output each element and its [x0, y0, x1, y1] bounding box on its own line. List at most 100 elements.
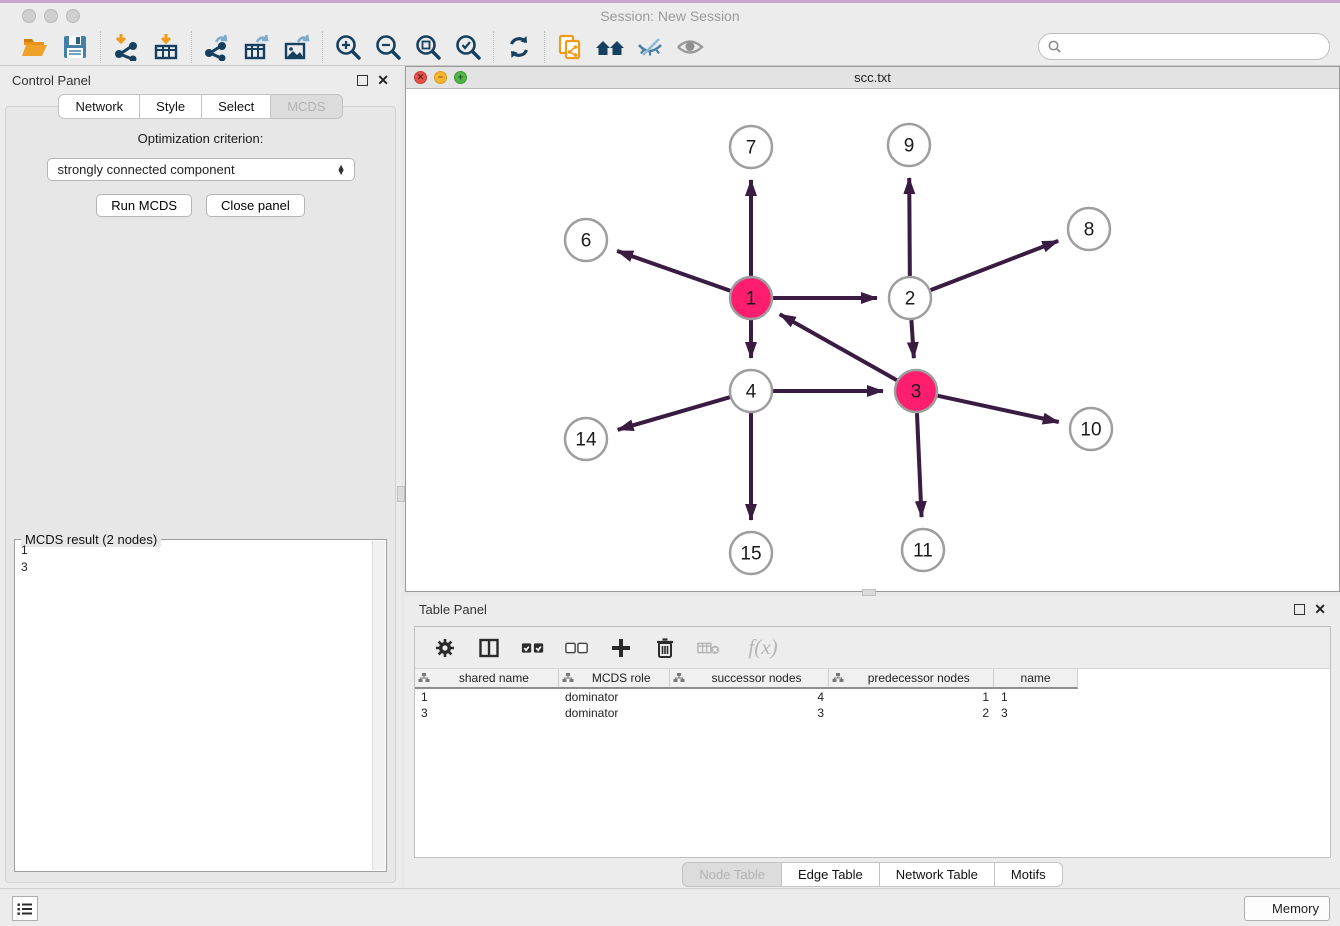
tab-style[interactable]: Style	[140, 94, 202, 119]
control-panel-title: Control Panel	[12, 73, 91, 88]
graph-edge-1-6[interactable]	[617, 251, 730, 291]
graph-edge-2-8[interactable]	[931, 241, 1059, 290]
delete-column-icon[interactable]	[653, 636, 677, 660]
graph-node-label-7: 7	[746, 138, 757, 159]
table-content: f(x) shared name MCDS role successor nod…	[414, 626, 1331, 858]
column-header-shared-name[interactable]: shared name	[415, 669, 559, 687]
network-view-window: ✕ − + scc.txt 7968124314101511	[405, 66, 1340, 592]
refresh-icon[interactable]	[503, 31, 535, 63]
column-header-successor-nodes[interactable]: successor nodes	[670, 669, 830, 687]
graph-node-label-10: 10	[1080, 420, 1101, 441]
table-row[interactable]: 1 dominator 4 1 1	[415, 689, 1078, 705]
graph-node-label-15: 15	[740, 544, 761, 565]
task-history-button[interactable]	[12, 896, 38, 921]
network-close-button[interactable]: ✕	[414, 71, 427, 84]
add-column-icon[interactable]	[609, 636, 633, 660]
tab-select[interactable]: Select	[202, 94, 271, 119]
tab-edge-table[interactable]: Edge Table	[782, 862, 880, 887]
float-panel-icon[interactable]	[357, 75, 368, 86]
vertical-splitter-handle[interactable]	[397, 486, 405, 502]
select-all-checkboxes-icon[interactable]	[521, 636, 545, 660]
float-table-panel-icon[interactable]	[1294, 604, 1305, 615]
column-selector-icon[interactable]	[477, 636, 501, 660]
table-panel-title: Table Panel	[419, 602, 487, 617]
sort-tree-icon	[562, 672, 574, 684]
table-row[interactable]: 3 dominator 3 2 3	[415, 705, 1078, 721]
hide-selected-icon[interactable]	[634, 31, 666, 63]
node-table: shared name MCDS role successor nodes pr…	[415, 669, 1078, 721]
clone-network-icon[interactable]	[554, 31, 586, 63]
graph-edge-2-9[interactable]	[909, 178, 910, 276]
column-header-mcds-role[interactable]: MCDS role	[559, 669, 670, 687]
mcds-result-box: MCDS result (2 nodes) 1 3	[14, 539, 387, 872]
memory-button[interactable]: Memory	[1244, 896, 1330, 921]
sort-tree-icon	[673, 672, 685, 684]
list-icon	[17, 902, 33, 916]
function-builder-icon[interactable]: f(x)	[741, 636, 785, 660]
status-bar: Memory	[0, 888, 1340, 926]
zoom-in-icon[interactable]	[332, 31, 364, 63]
graph-node-label-14: 14	[575, 430, 597, 451]
column-header-predecessor-nodes[interactable]: predecessor nodes	[829, 669, 994, 687]
graph-edge-2-3[interactable]	[911, 320, 913, 358]
control-panel-tabs: Network Style Select MCDS	[0, 94, 401, 119]
search-input[interactable]	[1066, 37, 1329, 57]
tab-node-table[interactable]: Node Table	[682, 862, 782, 887]
run-mcds-button[interactable]: Run MCDS	[96, 194, 192, 217]
settings-gear-icon[interactable]	[433, 636, 457, 660]
titlebar: Session: New Session	[0, 3, 1340, 28]
tab-network[interactable]: Network	[58, 94, 140, 119]
show-all-icon[interactable]	[674, 31, 706, 63]
network-canvas[interactable]: 7968124314101511	[406, 89, 1339, 591]
home-icon[interactable]	[594, 31, 626, 63]
zoom-window-button[interactable]	[66, 9, 80, 23]
close-panel-icon[interactable]: ✕	[377, 73, 389, 87]
table-toolbar: f(x)	[415, 627, 1330, 669]
sort-tree-icon	[418, 672, 430, 684]
export-image-icon[interactable]	[281, 31, 313, 63]
window-traffic-lights[interactable]	[22, 9, 80, 23]
tab-mcds[interactable]: MCDS	[271, 94, 342, 119]
graph-edge-3-1[interactable]	[780, 314, 897, 380]
export-table-icon[interactable]	[241, 31, 273, 63]
tab-network-table[interactable]: Network Table	[880, 862, 995, 887]
zoom-out-icon[interactable]	[372, 31, 404, 63]
tab-motifs[interactable]: Motifs	[995, 862, 1063, 887]
import-network-icon[interactable]	[110, 31, 142, 63]
network-graph[interactable]: 7968124314101511	[406, 89, 1339, 591]
network-window-titlebar: ✕ − + scc.txt	[406, 67, 1339, 89]
result-scrollbar[interactable]	[372, 541, 385, 870]
network-maximize-button[interactable]: +	[454, 71, 467, 84]
close-table-panel-icon[interactable]: ✕	[1314, 602, 1326, 616]
window-title: Session: New Session	[0, 8, 1340, 24]
close-panel-button[interactable]: Close panel	[206, 194, 305, 217]
minimize-window-button[interactable]	[44, 9, 58, 23]
criterion-value: strongly connected component	[58, 162, 337, 177]
graph-edge-4-14[interactable]	[618, 397, 730, 430]
export-network-icon[interactable]	[201, 31, 233, 63]
close-window-button[interactable]	[22, 9, 36, 23]
import-table-icon[interactable]	[150, 31, 182, 63]
save-session-icon[interactable]	[59, 31, 91, 63]
delete-table-icon[interactable]	[697, 636, 721, 660]
horizontal-splitter-handle[interactable]	[862, 589, 876, 596]
column-header-name[interactable]: name	[994, 669, 1077, 687]
search-field[interactable]	[1038, 33, 1330, 60]
zoom-selected-icon[interactable]	[452, 31, 484, 63]
dropdown-stepper-icon: ▲▼	[337, 165, 348, 175]
main-toolbar	[0, 28, 1340, 66]
graph-edge-3-10[interactable]	[937, 396, 1058, 422]
criterion-dropdown[interactable]: strongly connected component ▲▼	[47, 158, 355, 181]
deselect-all-checkboxes-icon[interactable]	[565, 636, 589, 660]
network-minimize-button[interactable]: −	[434, 71, 447, 84]
graph-node-label-8: 8	[1084, 220, 1095, 241]
control-panel: Control Panel ✕ Network Style Select MCD…	[0, 66, 401, 888]
zoom-fit-icon[interactable]	[412, 31, 444, 63]
mcds-panel: Optimization criterion: strongly connect…	[5, 106, 396, 883]
memory-status-icon	[1255, 903, 1266, 914]
memory-label: Memory	[1272, 901, 1319, 916]
table-panel-tabs: Node Table Edge Table Network Table Moti…	[405, 862, 1340, 886]
open-session-icon[interactable]	[19, 31, 51, 63]
graph-edge-3-11[interactable]	[917, 413, 922, 517]
graph-node-label-11: 11	[913, 541, 933, 562]
